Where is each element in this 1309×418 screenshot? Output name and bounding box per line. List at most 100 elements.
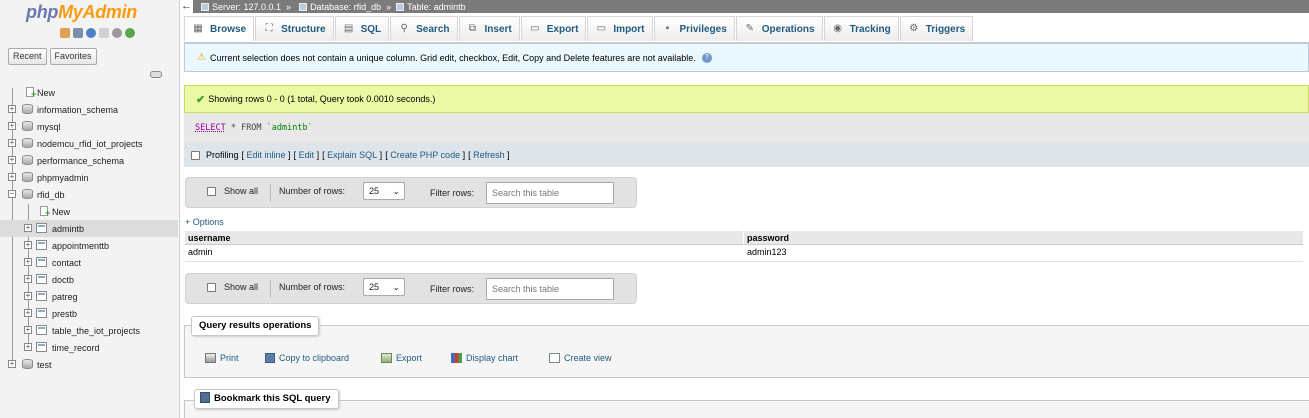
tree-item-new[interactable]: New <box>0 84 178 101</box>
home-icon[interactable] <box>60 28 70 38</box>
expand-icon[interactable]: + <box>8 122 16 130</box>
tab-browse[interactable]: ▦ Browse <box>184 16 255 41</box>
tree-item-rfid-db[interactable]: − rfid_db <box>0 186 178 203</box>
tab-search[interactable]: ⚲ Search <box>390 16 458 41</box>
tab-structure[interactable]: ⛶ Structure <box>255 16 334 41</box>
expand-icon[interactable]: + <box>24 224 32 232</box>
edit-link[interactable]: Edit <box>299 150 315 160</box>
sql-query-box[interactable]: SELECT * FROM `admintb` <box>184 113 1309 143</box>
tree-item-appointmenttb[interactable]: + appointmenttb <box>0 237 178 254</box>
tree-item-test[interactable]: + test <box>0 356 178 373</box>
export-icon: ▭ <box>530 23 540 34</box>
tree-item-patreg[interactable]: + patreg <box>0 288 178 305</box>
notice-text: Current selection does not contain a uni… <box>209 52 696 63</box>
tree-item-doctb[interactable]: + doctb <box>0 271 178 288</box>
filter-rows-input[interactable]: Search this table <box>486 278 614 300</box>
filter-rows-input[interactable]: Search this table <box>486 182 614 204</box>
help-icon[interactable] <box>86 28 96 38</box>
create-php-code-link[interactable]: Create PHP code <box>390 150 460 160</box>
expand-icon[interactable]: + <box>8 360 16 368</box>
new-icon <box>40 206 50 218</box>
options-link[interactable]: + Options <box>185 217 224 227</box>
tab-insert[interactable]: ⧉ Insert <box>458 16 520 41</box>
tree-item-admintb[interactable]: + admintb <box>0 220 178 237</box>
database-icon <box>22 155 33 165</box>
explain-sql-link[interactable]: Explain SQL <box>327 150 377 160</box>
tree-item-prestb[interactable]: + prestb <box>0 305 178 322</box>
reload-icon[interactable] <box>125 28 135 38</box>
expand-icon[interactable]: + <box>24 275 32 283</box>
collapse-icon[interactable]: − <box>8 190 16 198</box>
recent-tab[interactable]: Recent <box>8 48 47 65</box>
create-view-button[interactable]: Create view <box>549 353 612 363</box>
table-cell[interactable]: admin <box>188 247 213 257</box>
filter-rows-label: Filter rows: <box>430 284 475 294</box>
help-icon[interactable]: ? <box>701 52 712 63</box>
display-chart-button[interactable]: Display chart <box>451 353 518 363</box>
bookmark-sql-query-legend[interactable]: Bookmark this SQL query <box>194 389 339 409</box>
tree-item-performance-schema[interactable]: + performance_schema <box>0 152 178 169</box>
show-all-checkbox[interactable] <box>207 283 216 292</box>
edit-inline-link[interactable]: Edit inline <box>247 150 286 160</box>
expand-icon[interactable]: + <box>8 105 16 113</box>
expand-icon[interactable]: + <box>8 139 16 147</box>
phpmyadmin-logo[interactable]: phpMyAdmin <box>26 2 137 23</box>
breadcrumb-database[interactable]: Database: rfid_db <box>299 2 381 12</box>
expand-icon[interactable]: + <box>24 241 32 249</box>
tab-tracking[interactable]: ◉ Tracking <box>823 16 899 41</box>
expand-icon[interactable]: + <box>24 292 32 300</box>
logout-icon[interactable] <box>73 28 83 38</box>
tree-item-mysql[interactable]: + mysql <box>0 118 178 135</box>
settings-icon[interactable] <box>112 28 122 38</box>
show-all-checkbox[interactable] <box>207 187 216 196</box>
breadcrumb-table[interactable]: Table: admintb <box>396 2 466 12</box>
refresh-link[interactable]: Refresh <box>473 150 505 160</box>
expand-icon[interactable]: + <box>24 309 32 317</box>
export-button[interactable]: Export <box>381 353 422 363</box>
table-cell[interactable]: admin123 <box>747 247 787 257</box>
expand-icon[interactable]: + <box>8 156 16 164</box>
tab-export[interactable]: ▭ Export <box>520 16 587 41</box>
number-of-rows-select[interactable]: 25 ⌄ <box>363 278 405 296</box>
profiling-checkbox[interactable] <box>191 150 200 160</box>
tab-import[interactable]: ▭ Import <box>587 16 653 41</box>
tree-item-table-the-iot-projects[interactable]: + table_the_iot_projects <box>0 322 178 339</box>
show-all-label[interactable]: Show all <box>224 282 258 292</box>
tree-item-rfid-db-new[interactable]: New <box>0 203 178 220</box>
column-header-password[interactable]: password <box>747 233 789 243</box>
bookmark-icon <box>200 392 210 403</box>
docs-icon[interactable] <box>99 28 109 38</box>
expand-icon[interactable]: + <box>24 343 32 351</box>
database-icon <box>22 172 33 182</box>
expand-icon[interactable]: + <box>24 258 32 266</box>
tree-item-phpmyadmin[interactable]: + phpmyadmin <box>0 169 178 186</box>
database-icon <box>22 189 33 199</box>
table-icon <box>36 240 47 250</box>
print-button[interactable]: Print <box>205 353 239 363</box>
tree-item-contact[interactable]: + contact <box>0 254 178 271</box>
tab-privileges[interactable]: ▪ Privileges <box>653 16 735 41</box>
profiling-bar: Profiling [ Edit inline ] [ Edit ] [ Exp… <box>184 143 1309 167</box>
tab-operations[interactable]: ✎ Operations <box>735 16 823 41</box>
link-with-main-panel-icon[interactable] <box>150 71 162 78</box>
collapse-nav-arrow-icon[interactable]: ← <box>180 0 193 13</box>
tree-item-nodemcu-rfid-iot-projects[interactable]: + nodemcu_rfid_iot_projects <box>0 135 178 152</box>
breadcrumb-server[interactable]: Server: 127.0.0.1 <box>201 2 281 12</box>
table-icon <box>36 274 47 284</box>
number-of-rows-select[interactable]: 25 ⌄ <box>363 182 405 200</box>
tab-triggers[interactable]: ⚙ Triggers <box>899 16 974 41</box>
tab-sql[interactable]: ▤ SQL <box>334 16 390 41</box>
results-navigation-top: Show all Number of rows: 25 ⌄ Filter rows… <box>185 177 637 208</box>
expand-icon[interactable]: + <box>8 173 16 181</box>
copy-icon <box>265 353 275 363</box>
column-header-username[interactable]: username <box>188 233 231 243</box>
show-all-label[interactable]: Show all <box>224 186 258 196</box>
favorites-tab[interactable]: Favorites <box>49 48 97 65</box>
bookmark-fieldset: Bookmark this SQL query <box>184 389 1309 418</box>
copy-to-clipboard-button[interactable]: Copy to clipboard <box>265 353 349 363</box>
tree-item-information-schema[interactable]: + information_schema <box>0 101 178 118</box>
tree-item-time-record[interactable]: + time_record <box>0 339 178 356</box>
results-navigation-bottom: Show all Number of rows: 25 ⌄ Filter rows… <box>185 273 637 304</box>
notice-message: ⚠ Current selection does not contain a u… <box>184 43 1309 72</box>
expand-icon[interactable]: + <box>24 326 32 334</box>
